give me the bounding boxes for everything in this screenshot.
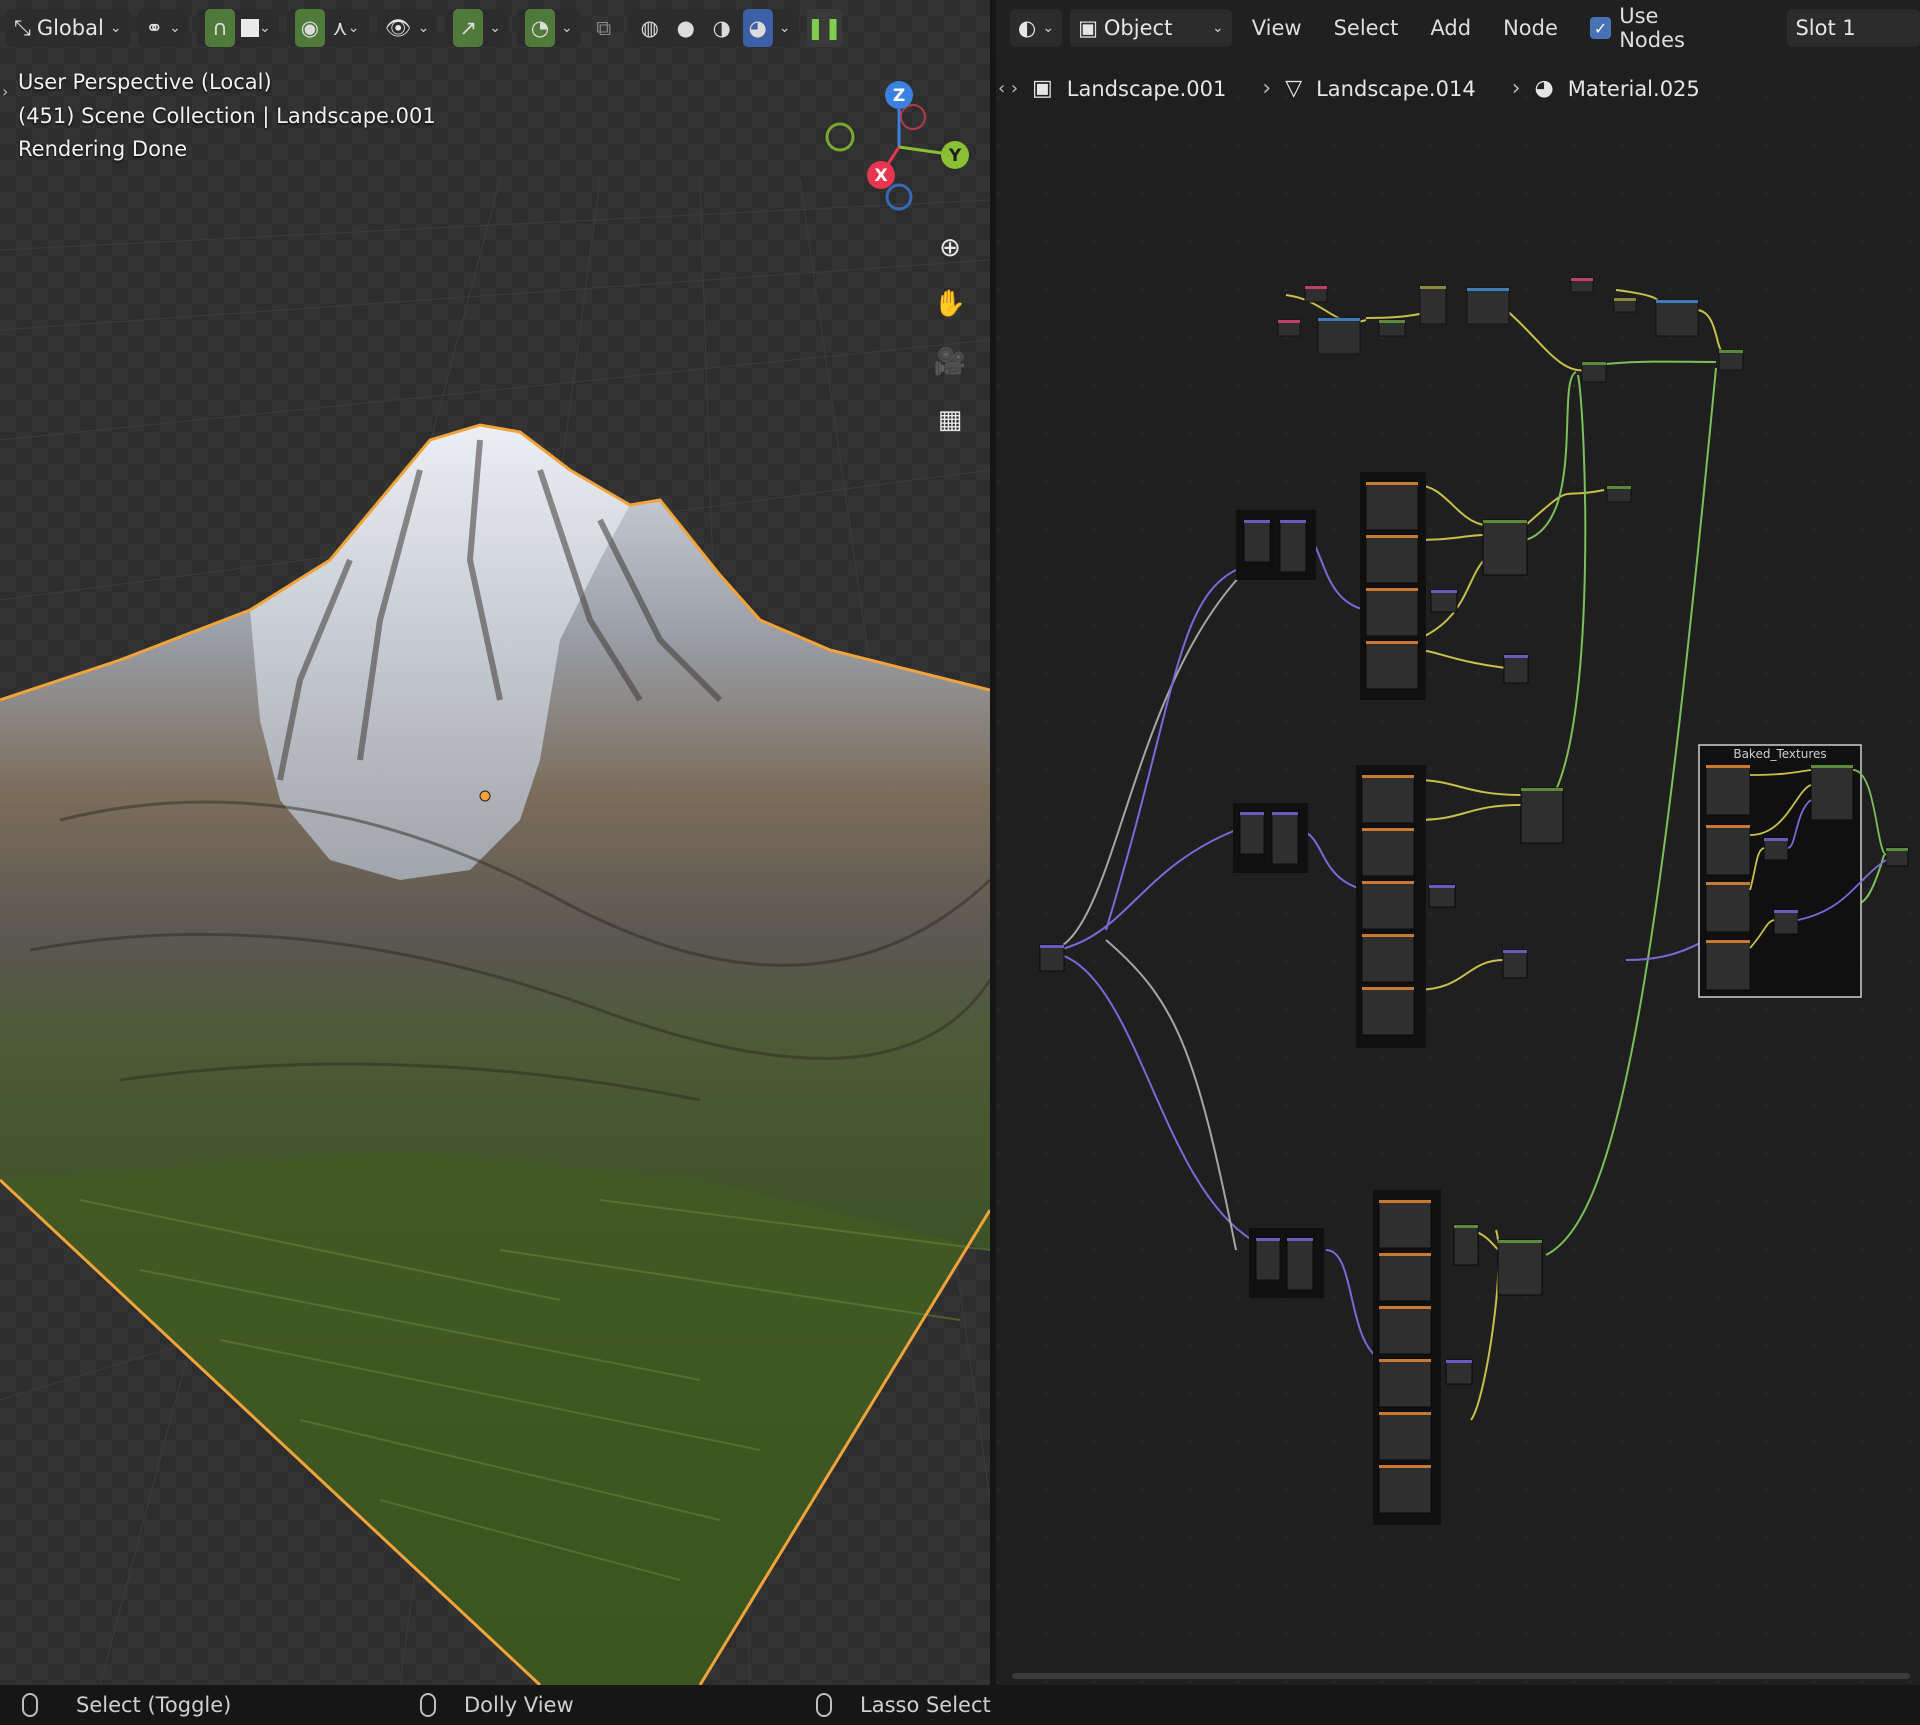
3d-viewport[interactable]: ⤡ Global ⌄ ⚭ ⌄ ∩ ⌄ ◉ ⋏ ⌄ 👁 ⌄ ↗ ⌄ ◔ ⌄ ⧉ ◍…: [0, 0, 990, 1685]
chevron-down-icon[interactable]: ⌄: [779, 20, 791, 36]
status-select-toggle: Select (Toggle): [22, 1693, 231, 1717]
editor-type-dropdown[interactable]: ◐ ⌄: [1010, 9, 1063, 47]
breadcrumb: ▣ Landscape.001 › ▽ Landscape.014 › ◕ Ma…: [1032, 76, 1700, 101]
ortho-grid-icon: ▦: [937, 405, 963, 435]
gizmo-y-label: Y: [948, 146, 962, 166]
gizmo-icon: ↗: [459, 16, 478, 40]
chevron-down-icon: ⌄: [259, 20, 271, 36]
menu-select[interactable]: Select: [1322, 16, 1411, 40]
snap-toggle-button[interactable]: ∩: [204, 9, 235, 47]
falloff-dropdown[interactable]: ⋏ ⌄: [331, 9, 361, 47]
mouse-right-icon: [816, 1693, 832, 1717]
baked-textures-frame-label: Baked_Textures: [1733, 747, 1826, 761]
pivot-point-dropdown[interactable]: ⚭ ⌄: [137, 9, 189, 47]
proportional-editing-group: ◉ ⋏ ⌄: [286, 9, 369, 47]
falloff-icon: ⋏: [332, 16, 348, 40]
eye-icon: 👁: [384, 15, 412, 40]
mouse-middle-icon: [420, 1693, 436, 1717]
viewport-header: ⤡ Global ⌄ ⚭ ⌄ ∩ ⌄ ◉ ⋏ ⌄ 👁 ⌄ ↗ ⌄ ◔ ⌄ ⧉ ◍…: [0, 0, 990, 56]
view-name-label: User Perspective (Local): [18, 70, 272, 94]
material-sphere-icon: ◑: [712, 16, 731, 40]
shading-group: ◍ ● ◑ ◕ ⌄: [626, 9, 799, 47]
chevron-down-icon: ⌄: [1042, 20, 1055, 36]
chevron-right-icon[interactable]: ›: [2, 82, 8, 101]
chevron-down-icon: ⌄: [417, 20, 430, 36]
ortho-toggle-button[interactable]: ▦: [924, 394, 976, 446]
rendered-shading-button[interactable]: ◕: [742, 9, 773, 47]
square-icon: [241, 19, 260, 37]
chevron-left-right-icon[interactable]: ‹ ›: [998, 78, 1018, 99]
navigation-gizmo[interactable]: Z Y X: [815, 75, 975, 215]
chevron-down-icon[interactable]: ⌄: [489, 20, 501, 36]
node-editor-header: ◐ ⌄ ▣ Object ⌄ View Select Add Node ✓ Us…: [996, 0, 1920, 56]
breadcrumb-object: Landscape.001: [1066, 76, 1227, 101]
zoom-icon: ⊕: [939, 233, 961, 263]
gizmo-z-label: Z: [893, 86, 905, 106]
orientation-icon: ⤡: [14, 15, 31, 40]
menu-node[interactable]: Node: [1491, 16, 1570, 40]
breadcrumb-mesh: Landscape.014: [1316, 76, 1476, 101]
transform-orientation-dropdown[interactable]: ⤡ Global ⌄: [6, 9, 130, 47]
shader-type-dropdown[interactable]: ▣ Object ⌄: [1070, 9, 1232, 47]
pan-button[interactable]: ✋: [924, 278, 976, 330]
material-icon: ◕: [1534, 76, 1554, 101]
object-icon: ▣: [1032, 76, 1053, 101]
checkmark-icon: ✓: [1589, 17, 1612, 39]
node-canvas[interactable]: Baked_Textures: [996, 0, 1920, 1685]
solid-sphere-icon: ●: [676, 16, 695, 40]
scene-collection-label: (451) Scene Collection | Landscape.001: [18, 104, 436, 128]
chevron-down-icon: ⌄: [109, 20, 122, 36]
material-slot-dropdown[interactable]: Slot 1: [1787, 9, 1920, 47]
chevron-down-icon: ⌄: [1212, 20, 1224, 36]
shader-node-editor[interactable]: Baked_Textures ◐ ⌄ ▣ Object ⌄ View Selec…: [996, 0, 1920, 1685]
object-icon: ▣: [1078, 16, 1098, 40]
status-lasso-select: Lasso Select: [816, 1693, 991, 1717]
status-dolly-view: Dolly View: [420, 1693, 574, 1717]
chevron-right-icon: ›: [1511, 76, 1521, 101]
visibility-dropdown[interactable]: 👁 ⌄: [376, 9, 438, 47]
camera-view-button[interactable]: 🎥: [924, 336, 976, 388]
chevron-down-icon: ⌄: [347, 20, 360, 36]
breadcrumb-material: Material.025: [1567, 76, 1700, 101]
snap-target-dropdown[interactable]: ⌄: [241, 9, 271, 47]
gizmo-toggle-button[interactable]: ↗: [453, 9, 484, 47]
overlays-group: ◔ ⌄: [517, 9, 581, 47]
chevron-down-icon[interactable]: ⌄: [561, 20, 573, 36]
mouse-left-icon: [22, 1693, 38, 1717]
mesh-icon: ▽: [1285, 76, 1303, 101]
chevron-right-icon: ›: [1262, 76, 1272, 101]
overlays-icon: ◔: [530, 16, 550, 40]
shader-editor-icon: ◐: [1018, 16, 1037, 40]
overlays-toggle-button[interactable]: ◔: [525, 9, 556, 47]
proportional-editing-button[interactable]: ◉: [294, 9, 325, 47]
status-bar: Select (Toggle) Dolly View Lasso Select: [0, 1685, 1920, 1725]
use-nodes-toggle[interactable]: ✓ Use Nodes: [1578, 4, 1740, 52]
wireframe-sphere-icon: ◍: [640, 16, 659, 40]
camera-icon: 🎥: [933, 347, 967, 377]
zoom-button[interactable]: ⊕: [924, 222, 976, 274]
xray-icon: ⧉: [596, 15, 612, 40]
pause-icon: ❚❚: [806, 16, 842, 40]
material-shading-button[interactable]: ◑: [707, 9, 737, 47]
xray-toggle-button[interactable]: ⧉: [589, 9, 619, 47]
gizmo-x-label: X: [874, 166, 887, 186]
wireframe-shading-button[interactable]: ◍: [635, 9, 665, 47]
menu-add[interactable]: Add: [1418, 16, 1483, 40]
pan-hand-icon: ✋: [933, 289, 967, 319]
solid-shading-button[interactable]: ●: [671, 9, 701, 47]
rendered-sphere-icon: ◕: [748, 16, 767, 40]
gizmo-group: ↗ ⌄: [445, 9, 510, 47]
pivot-icon: ⚭: [145, 16, 164, 40]
render-pause-button[interactable]: ❚❚: [806, 9, 842, 47]
snap-group: ∩ ⌄: [196, 9, 279, 47]
viewport-canvas[interactable]: [0, 0, 990, 1685]
magnet-icon: ∩: [212, 16, 228, 40]
render-status-label: Rendering Done: [18, 137, 188, 161]
chevron-down-icon: ⌄: [169, 20, 181, 36]
horizontal-scrollbar[interactable]: [1012, 1673, 1910, 1679]
proportional-icon: ◉: [300, 16, 320, 40]
menu-view[interactable]: View: [1240, 16, 1314, 40]
